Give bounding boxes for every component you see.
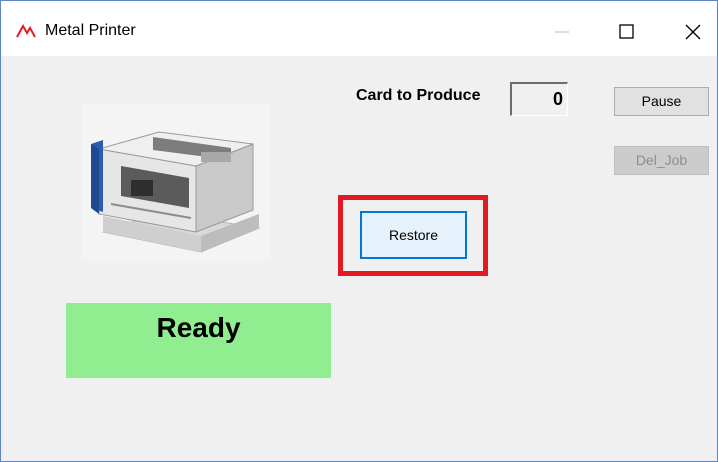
del-job-button[interactable]: Del_Job: [614, 146, 709, 175]
status-panel: Ready: [66, 303, 331, 378]
close-button[interactable]: [673, 15, 713, 49]
title-bar: Metal Printer: [1, 1, 717, 56]
maximize-icon: [619, 24, 634, 39]
card-to-produce-label: Card to Produce: [356, 87, 481, 104]
client-area: Ready Card to Produce 0 Pause Del_Job Re…: [1, 57, 717, 461]
restore-button[interactable]: Restore: [360, 211, 467, 259]
window-title: Metal Printer: [45, 22, 136, 39]
app-window: Metal Printer Ready Card to Produce 0 Pa…: [0, 0, 718, 462]
minimize-icon: [555, 31, 569, 33]
metal-printer-logo-icon: [16, 23, 36, 39]
pause-button[interactable]: Pause: [614, 87, 709, 116]
card-to-produce-value: 0: [510, 82, 568, 116]
maximize-button[interactable]: [606, 15, 646, 49]
minimize-button[interactable]: [542, 15, 582, 49]
status-text: Ready: [156, 312, 241, 343]
close-icon: [685, 24, 701, 40]
printer-image: [81, 104, 271, 261]
